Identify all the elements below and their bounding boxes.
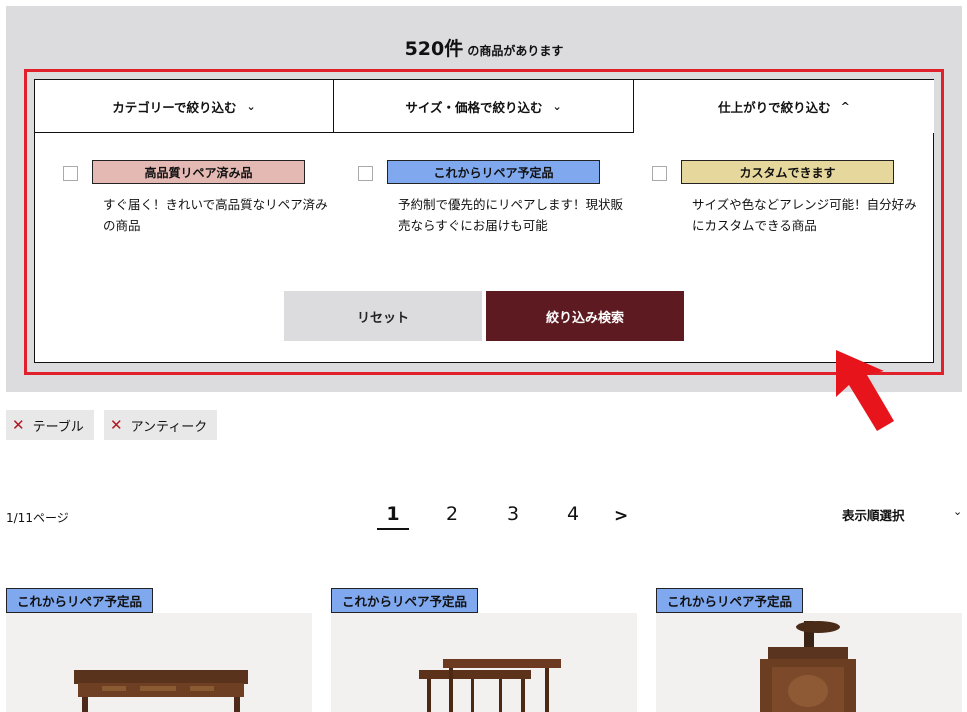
product-badge: これからリペア予定品 — [6, 588, 154, 613]
product-badge: これからリペア予定品 — [656, 588, 804, 613]
active-filter-chip[interactable]: ✕ アンティーク — [104, 410, 218, 440]
option-description-to-be-repaired: 予約制で優先的にリペアします！現状販売ならすぐにお届けも可能 — [398, 197, 624, 233]
nesting-table-image — [419, 659, 561, 712]
chevron-down-icon[interactable]: ⌄ — [953, 505, 962, 518]
option-label-customizable[interactable]: カスタムできます — [681, 160, 894, 184]
chevron-down-icon: ⌄ — [246, 99, 256, 113]
active-filter-label: テーブル — [32, 419, 84, 435]
option-description-customizable: サイズや色などアレンジ可能！自分好みにカスタムできる商品 — [692, 197, 917, 233]
result-count-suffix: の商品があります — [463, 44, 564, 58]
tab-finish[interactable]: 仕上がりで絞り込む ^ — [634, 80, 934, 133]
sort-select[interactable]: 表示順選択 — [842, 505, 905, 524]
option-label-repaired[interactable]: 高品質リペア済み品 — [92, 160, 305, 184]
remove-x-icon[interactable]: ✕ — [110, 416, 123, 434]
option-description-repaired: すぐ届く！きれいで高品質なリペア済みの商品 — [103, 197, 328, 233]
checkbox-customizable[interactable] — [652, 166, 667, 181]
reset-button[interactable]: リセット — [284, 291, 482, 341]
tab-category[interactable]: カテゴリーで絞り込む ⌄ — [35, 80, 334, 133]
next-page-link[interactable]: > — [614, 506, 628, 526]
product-badge: これからリペア予定品 — [331, 588, 479, 613]
search-button[interactable]: 絞り込み検索 — [486, 291, 684, 341]
tab-category-label: カテゴリーで絞り込む — [112, 99, 237, 115]
product-image[interactable] — [6, 613, 312, 712]
table-image — [74, 670, 248, 712]
page-link-3[interactable]: 3 — [507, 503, 519, 525]
tab-finish-label: 仕上がりで絞り込む — [718, 100, 831, 115]
result-count-number: 520件 — [404, 38, 464, 60]
remove-x-icon[interactable]: ✕ — [12, 416, 25, 434]
active-filter-chip[interactable]: ✕ テーブル — [6, 410, 94, 440]
chevron-up-icon: ^ — [840, 100, 850, 113]
product-image[interactable] — [656, 613, 962, 712]
filter-panel: 520件 の商品があります カテゴリーで絞り込む ⌄ サイズ・価格で絞り込む ⌄… — [6, 6, 962, 392]
filter-box: カテゴリーで絞り込む ⌄ サイズ・価格で絞り込む ⌄ 仕上がりで絞り込む ^ 高… — [34, 79, 934, 363]
cabinet-image — [760, 621, 856, 712]
product-image[interactable] — [331, 613, 637, 712]
tab-size-price-label: サイズ・価格で絞り込む — [405, 99, 543, 115]
checkbox-to-be-repaired[interactable] — [358, 166, 373, 181]
checkbox-repaired[interactable] — [63, 166, 78, 181]
result-count: 520件 の商品があります — [6, 34, 962, 61]
option-label-to-be-repaired[interactable]: これからリペア予定品 — [387, 160, 600, 184]
active-filter-label: アンティーク — [130, 419, 208, 435]
tab-size-price[interactable]: サイズ・価格で絞り込む ⌄ — [334, 80, 634, 133]
red-arrow-icon — [836, 350, 894, 431]
page-link-4[interactable]: 4 — [567, 503, 579, 525]
page-link-2[interactable]: 2 — [446, 503, 458, 525]
page-info: 1/11ページ — [6, 511, 69, 525]
chevron-down-icon: ⌄ — [552, 99, 562, 113]
page-link-1[interactable]: 1 — [377, 503, 409, 530]
